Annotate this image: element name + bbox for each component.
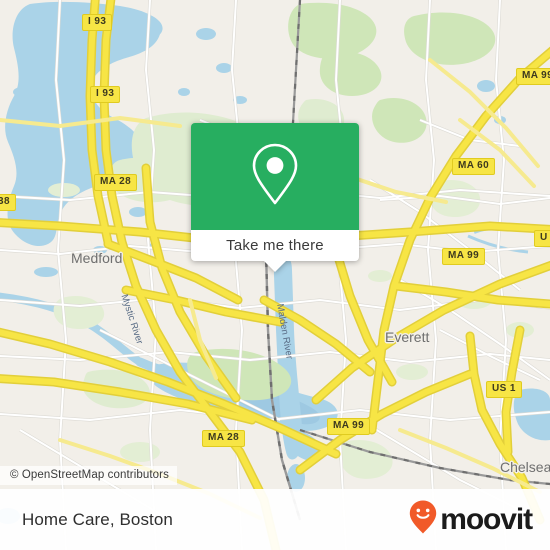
popup-green-panel xyxy=(191,123,359,230)
city-label-medford: Medford xyxy=(71,250,123,266)
map-canvas[interactable]: I 93 I 93 MA 28 38 MA 99 MA 60 MA 99 U S… xyxy=(0,0,550,550)
location-pin-icon xyxy=(248,140,302,213)
road-shield-us-right-edge: U S xyxy=(534,230,550,247)
moovit-smiley-pin-icon xyxy=(408,499,438,540)
footer-bar: Home Care, Boston moovit xyxy=(0,489,550,550)
road-shield-ma99-south: MA 99 xyxy=(327,418,371,435)
road-shield-ma99-north: MA 99 xyxy=(516,68,550,85)
road-shield-ma60: MA 60 xyxy=(452,158,496,175)
road-shield-i93-south: I 93 xyxy=(90,86,121,103)
map-popup-callout[interactable]: Take me there xyxy=(191,123,359,272)
osm-attribution[interactable]: © OpenStreetMap contributors xyxy=(0,466,177,485)
moovit-brand[interactable]: moovit xyxy=(408,499,533,540)
road-shield-us1: US 1 xyxy=(486,381,522,398)
screenshot-root: I 93 I 93 MA 28 38 MA 99 MA 60 MA 99 U S… xyxy=(0,0,550,550)
road-shield-ma99-mid: MA 99 xyxy=(442,248,486,265)
road-shield-ma28-south: MA 28 xyxy=(202,430,246,447)
place-title: Home Care, Boston xyxy=(22,509,173,529)
city-label-everett: Everett xyxy=(385,329,430,345)
moovit-wordmark: moovit xyxy=(440,502,533,536)
road-shield-i93-north: I 93 xyxy=(82,14,113,31)
popup-cta-bar[interactable]: Take me there xyxy=(191,230,359,272)
road-shield-38-left-edge: 38 xyxy=(0,194,16,211)
take-me-there-label: Take me there xyxy=(226,237,324,254)
popup-tail-arrow xyxy=(264,261,286,272)
city-label-chelsea: Chelsea xyxy=(500,459,550,475)
road-shield-ma28-north: MA 28 xyxy=(94,174,138,191)
